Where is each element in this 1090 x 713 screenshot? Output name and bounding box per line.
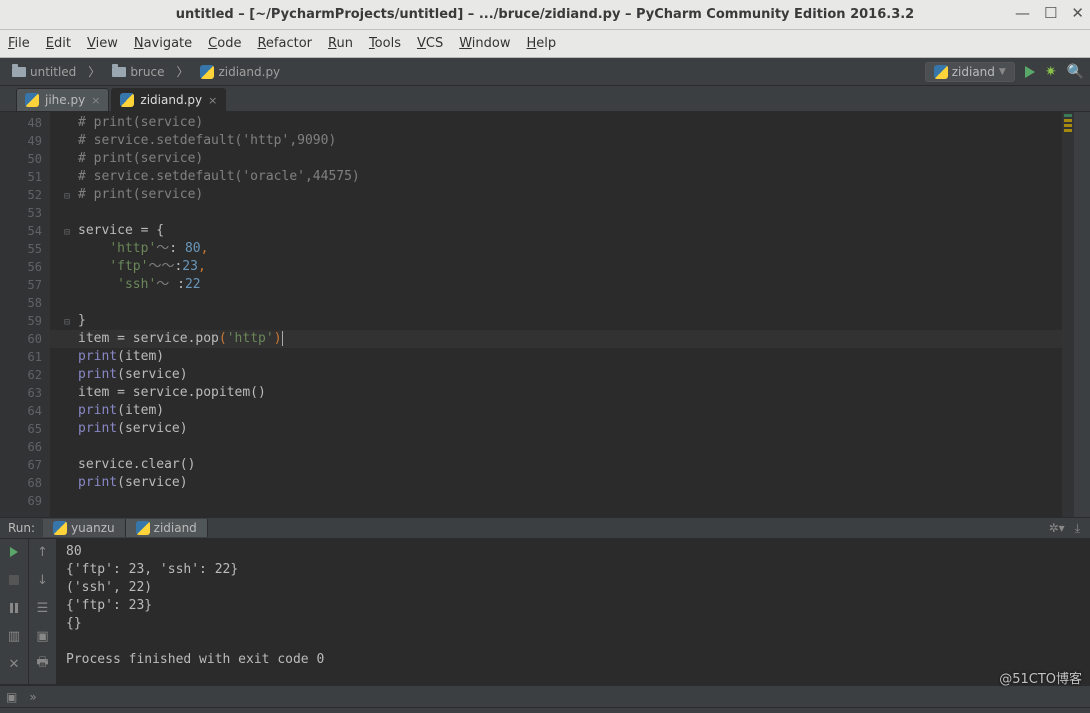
code-line-49[interactable]: # service.setdefault('http',9090) — [50, 132, 1062, 150]
pause-button[interactable] — [5, 599, 23, 617]
run-config-label: zidiand — [952, 65, 995, 79]
code-editor[interactable]: 4849505152535455565758596061626364656667… — [0, 112, 1090, 517]
status-bar: ⊟ IBus prior to 1.5.11 may cause input p… — [0, 707, 1090, 713]
breadcrumb-bruce[interactable]: bruce — [106, 63, 170, 81]
close-tab-icon[interactable]: × — [91, 94, 100, 107]
code-line-63[interactable]: item = service.popitem() — [50, 384, 1062, 402]
code-line-65[interactable]: print(service) — [50, 420, 1062, 438]
code-line-58[interactable] — [50, 294, 1062, 312]
search-everywhere-button[interactable]: 🔍 — [1067, 64, 1084, 80]
run-tab-zidiand[interactable]: zidiand — [126, 519, 208, 537]
run-output[interactable]: 80 {'ftp': 23, 'ssh': 22} ('ssh', 22) {'… — [56, 539, 1090, 684]
menu-navigate[interactable]: Navigate — [134, 36, 192, 51]
code-line-56[interactable]: 'ftp'～～:23, — [50, 258, 1062, 276]
right-gutter — [1074, 112, 1090, 517]
code-line-50[interactable]: # print(service) — [50, 150, 1062, 168]
navigation-bar: untitled〉bruce〉zidiand.py zidiand ▼ ✷ 🔍 — [0, 58, 1090, 86]
maximize-button[interactable]: ☐ — [1044, 4, 1057, 22]
run-tab-label: yuanzu — [71, 521, 115, 535]
menu-code[interactable]: Code — [208, 36, 241, 51]
code-line-62[interactable]: print(service) — [50, 366, 1062, 384]
breadcrumb-label: untitled — [30, 65, 76, 79]
menu-file[interactable]: File — [8, 36, 30, 51]
menu-vcs[interactable]: VCS — [417, 36, 443, 51]
run-settings-icon[interactable]: ✲▾ — [1049, 521, 1065, 536]
folder-icon — [112, 67, 126, 77]
tab-label: zidiand.py — [140, 93, 202, 107]
breadcrumb-zidiand.py[interactable]: zidiand.py — [194, 63, 286, 81]
menu-run[interactable]: Run — [328, 36, 353, 51]
python-icon — [934, 65, 948, 79]
editor-tab-jihe.py[interactable]: jihe.py × — [16, 88, 109, 111]
python-icon — [53, 521, 67, 535]
code-line-57[interactable]: 'ssh'～ :22 — [50, 276, 1062, 294]
soft-wrap-button[interactable]: ☰ — [34, 599, 52, 617]
run-config-selector[interactable]: zidiand ▼ — [925, 62, 1015, 82]
debug-button[interactable]: ✷ — [1045, 64, 1057, 80]
title-bar: untitled – [~/PycharmProjects/untitled] … — [0, 0, 1090, 30]
run-tool-window: ▥ ✕ ↑ ↓ ☰ ▣ 🖶 80 {'ftp': 23, 'ssh': 22} … — [0, 539, 1090, 685]
menu-window[interactable]: Window — [459, 36, 510, 51]
error-stripe[interactable] — [1062, 112, 1074, 517]
code-line-69[interactable] — [50, 492, 1062, 510]
code-line-53[interactable] — [50, 204, 1062, 222]
editor-tab-zidiand.py[interactable]: zidiand.py × — [111, 88, 226, 111]
python-icon — [200, 65, 214, 79]
code-line-54[interactable]: ⊟service = { — [50, 222, 1062, 240]
python-icon — [136, 521, 150, 535]
rerun-button[interactable] — [5, 543, 23, 561]
close-run-button[interactable]: ✕ — [5, 655, 23, 673]
chevron-down-icon: ▼ — [999, 67, 1006, 77]
code-line-64[interactable]: print(item) — [50, 402, 1062, 420]
code-line-52[interactable]: ⊟# print(service) — [50, 186, 1062, 204]
folder-icon — [12, 67, 26, 77]
code-line-61[interactable]: print(item) — [50, 348, 1062, 366]
menu-help[interactable]: Help — [527, 36, 557, 51]
close-tab-icon[interactable]: × — [208, 94, 217, 107]
menu-view[interactable]: View — [87, 36, 118, 51]
code-area[interactable]: # print(service)# service.setdefault('ht… — [50, 112, 1062, 517]
code-line-68[interactable]: print(service) — [50, 474, 1062, 492]
tool-window-quick-access[interactable]: ▣ — [0, 690, 23, 704]
run-tool-header: Run: yuanzu zidiand ✲▾ ⤓ — [0, 517, 1090, 539]
window-title: untitled – [~/PycharmProjects/untitled] … — [176, 7, 914, 22]
line-number-gutter: 4849505152535455565758596061626364656667… — [0, 112, 50, 517]
breadcrumb-untitled[interactable]: untitled — [6, 63, 82, 81]
menu-bar: File Edit View Navigate Code Refactor Run Tools… — [0, 30, 1090, 58]
menu-refactor[interactable]: Refactor — [257, 36, 312, 51]
code-line-48[interactable]: # print(service) — [50, 114, 1062, 132]
layout-button[interactable]: ▥ — [5, 627, 23, 645]
scroll-up-button[interactable]: ↑ — [34, 543, 52, 561]
breadcrumb-label: bruce — [130, 65, 164, 79]
scroll-down-button[interactable]: ↓ — [34, 571, 52, 589]
python-icon — [120, 93, 134, 107]
print-button[interactable]: 🖶 — [34, 655, 52, 673]
code-line-55[interactable]: 'http'～: 80, — [50, 240, 1062, 258]
code-line-60[interactable]: item = service.pop('http') — [50, 330, 1062, 348]
run-tab-label: zidiand — [154, 521, 197, 535]
close-window-button[interactable]: ✕ — [1071, 4, 1084, 22]
bottom-tool-strip: ▣ » — [0, 685, 1090, 707]
minimize-button[interactable]: — — [1015, 4, 1030, 22]
code-line-66[interactable] — [50, 438, 1062, 456]
run-pin-icon[interactable]: ⤓ — [1075, 521, 1080, 536]
menu-edit[interactable]: Edit — [46, 36, 71, 51]
expand-button[interactable]: » — [23, 690, 42, 704]
editor-tabs: jihe.py × zidiand.py × — [0, 86, 1090, 112]
tab-label: jihe.py — [45, 93, 85, 107]
code-line-67[interactable]: service.clear() — [50, 456, 1062, 474]
run-tab-yuanzu[interactable]: yuanzu — [43, 519, 126, 537]
run-label: Run: — [0, 521, 43, 535]
run-button[interactable] — [1025, 66, 1035, 78]
python-icon — [25, 93, 39, 107]
menu-tools[interactable]: Tools — [369, 36, 401, 51]
breadcrumb-label: zidiand.py — [218, 65, 280, 79]
code-line-51[interactable]: # service.setdefault('oracle',44575) — [50, 168, 1062, 186]
code-line-59[interactable]: ⊟} — [50, 312, 1062, 330]
toggle-button[interactable]: ▣ — [34, 627, 52, 645]
stop-button[interactable] — [5, 571, 23, 589]
